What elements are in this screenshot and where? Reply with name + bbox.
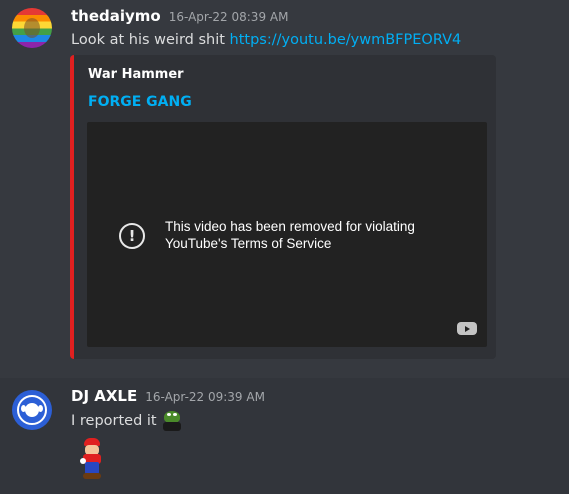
- message-header: thedaiymo 16-Apr-22 08:39 AM: [71, 7, 288, 25]
- youtube-logo-icon[interactable]: [457, 322, 477, 335]
- message-text: Look at his weird shit: [71, 32, 230, 48]
- message-header: DJ AXLE 16-Apr-22 09:39 AM: [71, 387, 265, 405]
- timestamp: 16-Apr-22 08:39 AM: [168, 10, 289, 24]
- rainbow-avatar-image: [12, 8, 52, 48]
- link-embed: War Hammer FORGE GANG ! This video has b…: [70, 55, 496, 359]
- message-thedaiymo: thedaiymo 16-Apr-22 08:39 AM Look at his…: [0, 0, 569, 378]
- timestamp: 16-Apr-22 09:39 AM: [145, 390, 265, 404]
- message-dj-axle: DJ AXLE 16-Apr-22 09:39 AM I reported it: [0, 378, 569, 494]
- message-content: Look at his weird shit https://youtu.be/…: [71, 32, 461, 48]
- message-content: I reported it: [71, 410, 183, 432]
- video-player[interactable]: ! This video has been removed for violat…: [87, 122, 487, 347]
- username[interactable]: DJ AXLE: [71, 387, 137, 405]
- avatar[interactable]: [12, 390, 52, 430]
- message-text: I reported it: [71, 413, 157, 429]
- username[interactable]: thedaiymo: [71, 7, 161, 25]
- frog-emoji-icon[interactable]: [161, 410, 183, 432]
- video-removed-message: This video has been removed for violatin…: [165, 219, 415, 251]
- avatar[interactable]: [12, 8, 52, 48]
- monkey-logo-icon: [17, 395, 47, 425]
- embed-title[interactable]: FORGE GANG: [88, 94, 192, 110]
- exclamation-circle-icon: !: [119, 223, 145, 249]
- embed-author[interactable]: War Hammer: [88, 67, 184, 82]
- mario-sticker-icon[interactable]: [80, 438, 106, 480]
- youtube-link[interactable]: https://youtu.be/ywmBFPEORV4: [230, 32, 462, 48]
